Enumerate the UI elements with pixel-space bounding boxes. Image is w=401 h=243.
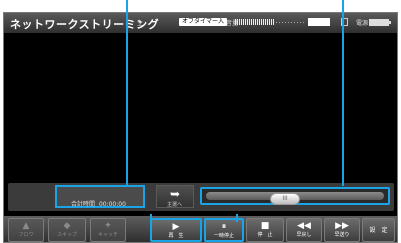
seek-bar[interactable]: III xyxy=(200,187,390,205)
settings-label: 設 定 xyxy=(369,227,388,234)
play-icon: ▶ xyxy=(172,222,180,232)
stop-button[interactable]: ■ 停 止 xyxy=(246,218,284,242)
total-time-value: 00:00:00 xyxy=(98,201,126,208)
callout-line-play xyxy=(150,214,152,222)
total-time-label: 合計時間 xyxy=(71,201,96,208)
rewind-button[interactable]: ◀◀ 早戻し xyxy=(286,218,322,242)
playback-controls: ▲ フロウ ◆ スキップ ✦ キャッチ ▶ 再 生 ⏸ 一時停止 ■ 停 止 ◀◀ 早戻し ▶▶ 早送り設 定 xyxy=(4,216,397,242)
settings-button[interactable]: 設 定 xyxy=(362,218,395,242)
stop-label: 停 止 xyxy=(257,232,273,238)
play-label: 再 生 xyxy=(168,233,184,239)
volume-level-bar[interactable] xyxy=(235,19,275,25)
play-button[interactable]: ▶ 再 生 xyxy=(150,218,202,242)
skip-button[interactable]: ◆ スキップ xyxy=(48,218,86,242)
seek-thumb[interactable]: III xyxy=(270,193,300,205)
power-label: 電源 xyxy=(356,20,369,27)
fast-forward-label: 早送り xyxy=(334,232,350,238)
jump-label: 主選へ xyxy=(167,202,183,208)
volume-value xyxy=(308,18,330,26)
flow-icon: ▲ xyxy=(22,221,30,231)
rewind-label: 早戻し xyxy=(296,232,312,238)
pause-icon: ⏸ xyxy=(221,222,227,232)
flow-button[interactable]: ▲ フロウ xyxy=(8,218,44,242)
pause-label: 一時停止 xyxy=(213,233,234,239)
skip-icon: ◆ xyxy=(63,221,71,231)
zone-label: 主 xyxy=(137,20,144,27)
catch-icon: ✦ xyxy=(104,221,112,231)
catch-label: キャッチ xyxy=(97,232,118,238)
battery-icon xyxy=(369,19,391,26)
callout-line-pause xyxy=(236,214,238,222)
flow-label: フロウ xyxy=(18,232,34,238)
seek-track[interactable]: III xyxy=(206,192,384,205)
total-time-panel: 合計時間 00:00:00 xyxy=(55,185,145,208)
info-bar: 合計時間 00:00:00 ➥ 主選へ III xyxy=(8,183,394,211)
total-time-readout: 合計時間 00:00:00 xyxy=(71,199,126,208)
status-bar: ネットワークストリーミング 主 オフタイマー入 音量 電源 xyxy=(4,13,397,33)
skip-label: スキップ xyxy=(56,232,77,238)
callout-line-time xyxy=(126,0,128,186)
fast-forward-icon: ▶▶ xyxy=(335,221,349,231)
callout-line-seek xyxy=(342,0,344,186)
rewind-icon: ◀◀ xyxy=(297,221,311,231)
jump-button[interactable]: ➥ 主選へ xyxy=(156,185,194,208)
sleep-timer-badge[interactable]: オフタイマー入 xyxy=(179,18,228,26)
fast-forward-button[interactable]: ▶▶ 早送り xyxy=(324,218,360,242)
player-window: ネットワークストリーミング 主 オフタイマー入 音量 電源 合計時間 00:00… xyxy=(3,12,398,243)
stop-icon: ■ xyxy=(260,221,270,231)
pause-button[interactable]: ⏸ 一時停止 xyxy=(204,218,244,242)
volume-remaining-dots xyxy=(276,22,306,23)
catch-button[interactable]: ✦ キャッチ xyxy=(90,218,126,242)
jump-arrow-icon: ➥ xyxy=(170,187,181,201)
